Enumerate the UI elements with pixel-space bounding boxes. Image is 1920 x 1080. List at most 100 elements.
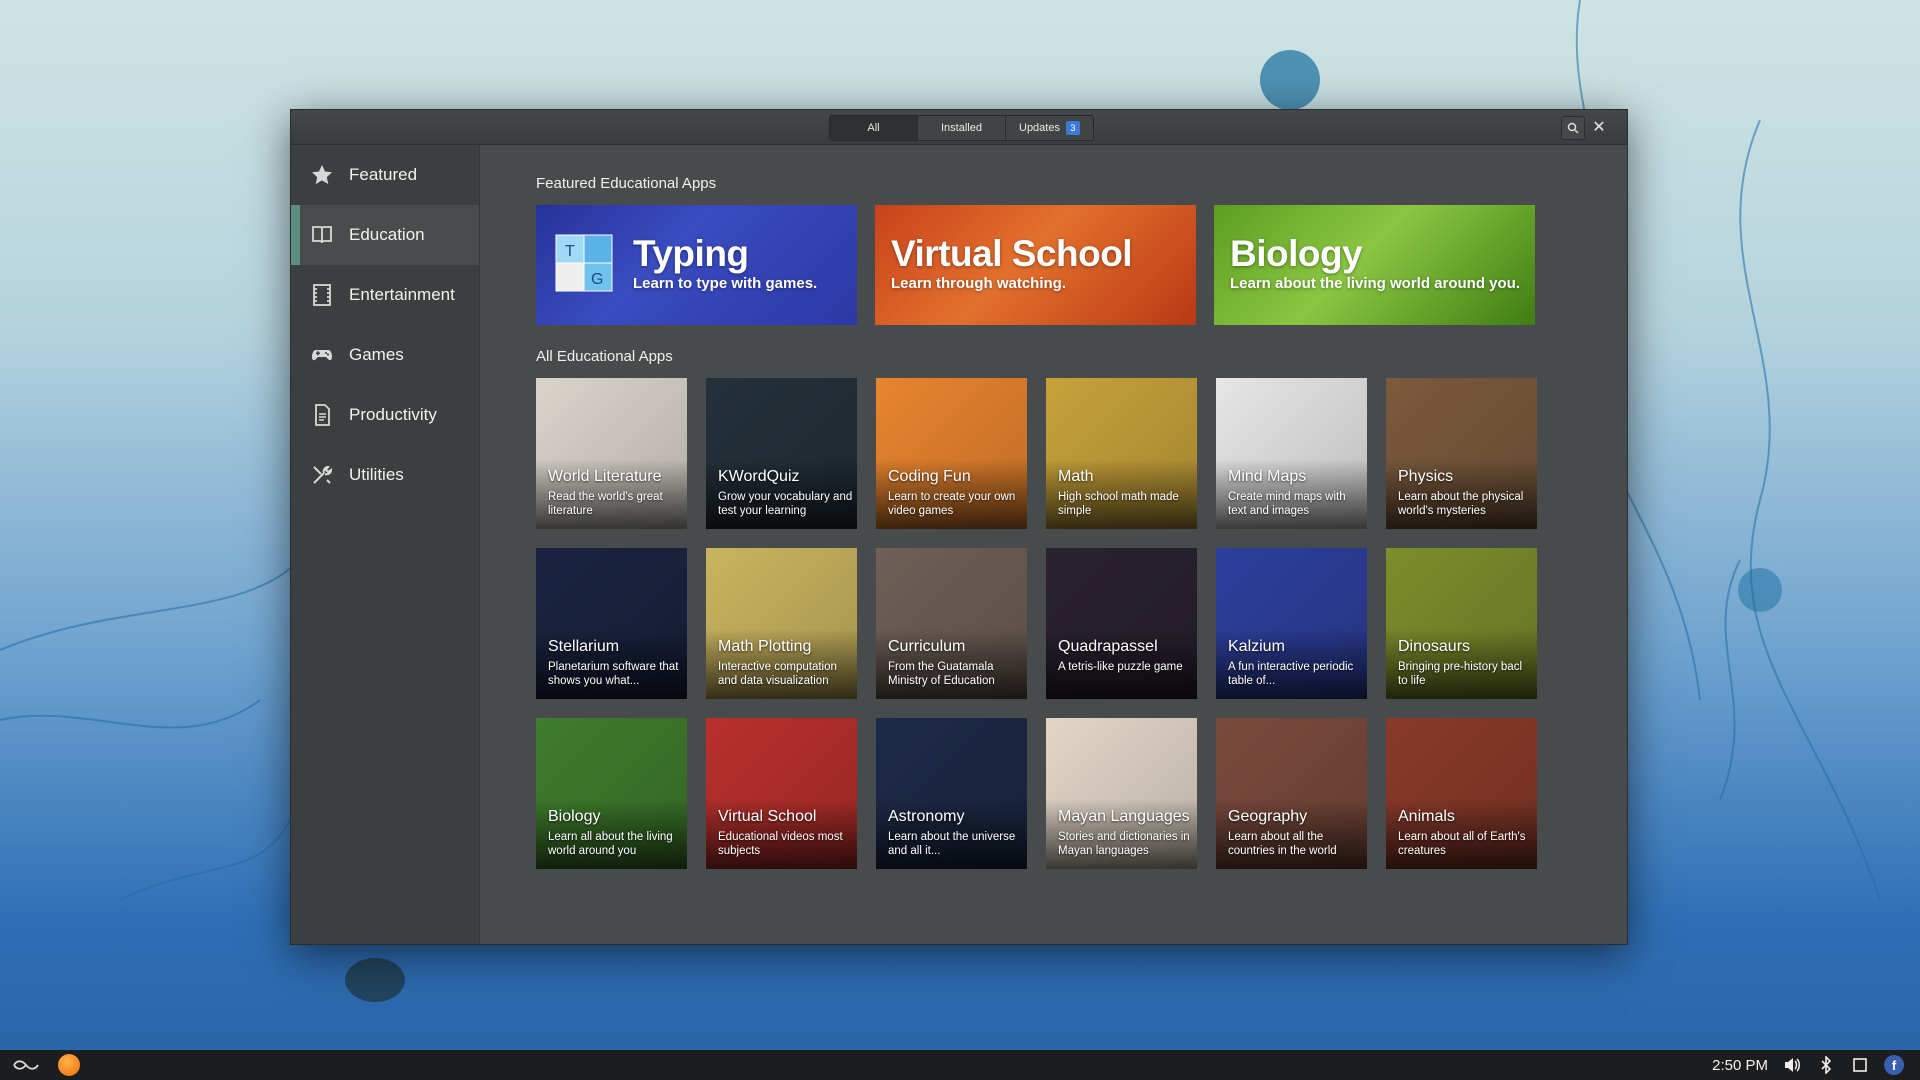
app-tile-description: A tetris-like puzzle game [1058, 661, 1183, 673]
app-tile[interactable]: Geography Learn about all the countries i… [1216, 718, 1367, 869]
app-tile[interactable]: Biology Learn all about the living world … [536, 718, 687, 869]
app-tile[interactable]: Stellarium Planetarium software that show… [536, 548, 687, 699]
app-tile[interactable]: Physics Learn about the physical world's … [1386, 378, 1537, 529]
sidebar-item-games[interactable]: Games [291, 325, 479, 385]
endless-logo-icon[interactable] [12, 1057, 40, 1073]
app-tile-description: Educational videos most subjects [718, 831, 843, 857]
sidebar-item-label: Entertainment [349, 285, 455, 304]
app-tile-description: Read the world's great literature [548, 491, 663, 517]
app-tile[interactable]: Mayan Languages Stories and dictionaries … [1046, 718, 1197, 869]
star-icon [309, 162, 335, 188]
sidebar-item-label: Utilities [349, 465, 404, 484]
app-tile[interactable]: Math High school math made simple [1046, 378, 1197, 529]
clock[interactable]: 2:50 PM [1712, 1057, 1768, 1074]
app-tile[interactable]: Coding Fun Learn to create your own video… [876, 378, 1027, 529]
close-icon[interactable]: ✕ [1588, 116, 1610, 138]
app-tile-description: Learn all about the living world around … [548, 831, 673, 857]
facebook-icon[interactable]: f [1884, 1055, 1904, 1075]
app-tile-description: A fun interactive periodic table of... [1228, 661, 1354, 687]
filter-all-tab[interactable]: All [830, 116, 918, 140]
sidebar-item-featured[interactable]: Featured [291, 145, 479, 205]
app-tile[interactable]: Virtual School Educational videos most su… [706, 718, 857, 869]
sidebar-item-label: Productivity [349, 405, 437, 424]
sidebar-item-utilities[interactable]: Utilities [291, 445, 479, 505]
app-tile-name: World Literature [548, 468, 662, 485]
sidebar-item-label: Games [349, 345, 404, 364]
app-tile-description: High school math made simple [1058, 491, 1179, 517]
featured-subtitle: Learn about the living world around you. [1230, 275, 1521, 292]
app-tile[interactable]: World Literature Read the world's great l… [536, 378, 687, 529]
app-tile-description: Grow your vocabulary and test your learn… [718, 491, 853, 517]
updates-count-badge: 3 [1065, 121, 1080, 135]
featured-card-typing[interactable]: T G Typing Learn to type with games. [536, 205, 857, 325]
system-tray: 2:50 PM f [1712, 1050, 1904, 1080]
app-tile-name: Biology [548, 808, 601, 825]
featured-subtitle: Learn to type with games. [633, 275, 818, 292]
bluetooth-icon[interactable] [1816, 1055, 1836, 1075]
app-tile-name: Physics [1398, 468, 1454, 485]
filter-updates-tab[interactable]: Updates 3 [1006, 116, 1093, 140]
app-tile-description: From the Guatamala Ministry of Education [888, 661, 995, 687]
featured-card-biology[interactable]: Biology Learn about the living world aro… [1214, 205, 1535, 325]
gamepad-icon [309, 342, 335, 368]
app-tile[interactable]: KWordQuiz Grow your vocabulary and test y… [706, 378, 857, 529]
category-sidebar: Featured Education Entertainment Games P… [291, 145, 480, 944]
app-tile-name: Mind Maps [1228, 468, 1307, 485]
app-tile-description: Interactive computation and data visuali… [718, 661, 837, 687]
filter-installed-tab[interactable]: Installed [918, 116, 1006, 140]
featured-title: Typing [633, 233, 749, 274]
sidebar-item-label: Education [349, 225, 425, 244]
app-grid: World Literature Read the world's great l… [536, 378, 1537, 869]
volume-icon[interactable] [1782, 1055, 1802, 1075]
app-tile-name: Geography [1228, 808, 1308, 825]
film-icon [309, 282, 335, 308]
app-tile[interactable]: Dinosaurs Bringing pre-history bacl to li… [1386, 548, 1537, 699]
app-tile-name: Dinosaurs [1398, 638, 1471, 655]
app-tile[interactable]: Kalzium A fun interactive periodic table … [1216, 548, 1367, 699]
app-tile[interactable]: Astronomy Learn about the universe and al… [876, 718, 1027, 869]
all-apps-section-title: All Educational Apps [536, 348, 673, 365]
app-tile-name: Quadrapassel [1058, 638, 1158, 655]
window-icon[interactable] [1850, 1055, 1870, 1075]
app-tile-name: Mayan Languages [1058, 808, 1190, 825]
app-tile[interactable]: Animals Learn about all of Earth's creatu… [1386, 718, 1537, 869]
updates-label: Updates [1019, 122, 1060, 134]
svg-text:T: T [565, 243, 575, 260]
window-titlebar: All Installed Updates 3 ✕ [291, 110, 1627, 145]
sidebar-item-label: Featured [349, 165, 418, 184]
browser-icon[interactable] [58, 1054, 80, 1076]
sidebar-item-education[interactable]: Education [291, 205, 479, 265]
taskbar: 2:50 PM f [0, 1050, 1920, 1080]
app-tile-name: Math [1058, 468, 1094, 485]
featured-card-virtual-school[interactable]: Virtual School Learn through watching. [875, 205, 1196, 325]
app-tile-name: Coding Fun [888, 468, 971, 485]
sidebar-item-productivity[interactable]: Productivity [291, 385, 479, 445]
app-tile-name: Math Plotting [718, 638, 812, 655]
tools-icon [309, 462, 335, 488]
featured-title: Virtual School [891, 233, 1133, 274]
app-tile-name: Stellarium [548, 638, 620, 655]
svg-text:G: G [591, 271, 603, 288]
sidebar-item-entertainment[interactable]: Entertainment [291, 265, 479, 325]
app-tile-description: Learn about the physical world's mysteri… [1398, 491, 1524, 517]
app-tile-name: Curriculum [888, 638, 966, 655]
app-tile[interactable]: Math Plotting Interactive computation and… [706, 548, 857, 699]
app-tile-description: Create mind maps with text and images [1228, 491, 1346, 517]
app-tile-description: Learn about the universe and all it... [888, 831, 1016, 857]
app-tile-description: Learn to create your own video games [888, 491, 1016, 517]
app-tile-description: Learn about all the countries in the wor… [1228, 831, 1337, 857]
app-tile-description: Bringing pre-history bacl to life [1398, 661, 1523, 687]
app-tile[interactable]: Mind Maps Create mind maps with text and … [1216, 378, 1367, 529]
app-tile-name: Astronomy [888, 808, 965, 825]
app-tile[interactable]: Quadrapassel A tetris-like puzzle game [1046, 548, 1197, 699]
app-tile-name: Virtual School [718, 808, 817, 825]
app-tile[interactable]: Curriculum From the Guatamala Ministry of… [876, 548, 1027, 699]
app-tile-description: Learn about all of Earth's creatures [1398, 831, 1526, 857]
app-tile-name: KWordQuiz [718, 468, 800, 485]
featured-title: Biology [1230, 233, 1363, 274]
app-tile-description: Stories and dictionaries in Mayan langua… [1058, 831, 1190, 857]
search-icon[interactable] [1561, 116, 1585, 140]
main-content: Featured Educational Apps T G Typing Lea… [480, 145, 1627, 944]
app-tile-name: Animals [1398, 808, 1455, 825]
featured-row: T G Typing Learn to type with games. Vir… [536, 205, 1535, 325]
